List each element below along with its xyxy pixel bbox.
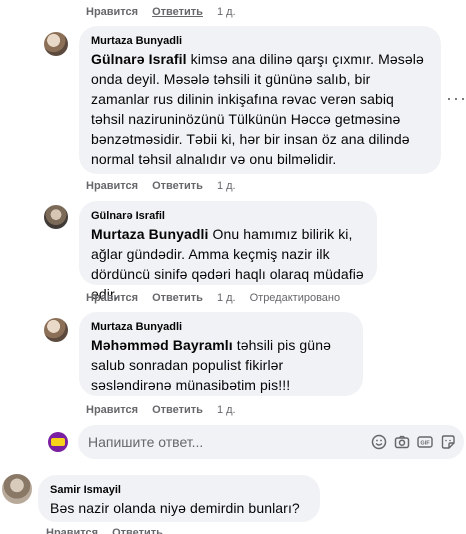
comment-time[interactable]: 1 д. xyxy=(217,404,236,416)
reply-link[interactable]: Ответить xyxy=(152,292,203,304)
top-comment-actions: Нравится Ответить 1 д. xyxy=(86,6,250,18)
comment-author[interactable]: Murtaza Bunyadli xyxy=(91,320,351,335)
like-link[interactable]: Нравится xyxy=(86,404,138,416)
comment-actions: Нравится Ответить 1 д. xyxy=(86,180,250,192)
like-link[interactable]: Нравится xyxy=(46,527,98,534)
like-link[interactable]: Нравится xyxy=(86,292,138,304)
sticker-icon[interactable] xyxy=(440,434,456,450)
avatar[interactable] xyxy=(44,205,68,229)
comment-actions: Нравится Ответить 1 д. xyxy=(86,404,250,416)
avatar[interactable] xyxy=(44,32,68,56)
comment-author[interactable]: Murtaza Bunyadli xyxy=(91,34,429,49)
avatar[interactable] xyxy=(44,318,68,342)
reply-link[interactable]: Ответить xyxy=(152,404,203,416)
reply-link[interactable]: Ответить xyxy=(152,180,203,192)
current-user-avatar xyxy=(48,432,68,452)
reply-link[interactable]: Ответить xyxy=(112,527,163,534)
comment-body: Bəs nazir olanda niyə demirdin bunları? xyxy=(50,500,300,516)
avatar[interactable] xyxy=(2,474,32,504)
comment-time[interactable]: 1 д. xyxy=(217,6,236,18)
comment-time[interactable]: 1 д. xyxy=(217,292,236,304)
emoji-icon[interactable] xyxy=(371,434,387,450)
comment-body: kimsə ana dilinə qarşı çıxmır. Məsələ on… xyxy=(91,51,424,167)
reply-icons: GIF xyxy=(371,434,456,450)
comment-time[interactable]: 1 д. xyxy=(217,180,236,192)
comment-text: Məhəmməd Bayramlı təhsili pis günə salub… xyxy=(91,335,351,395)
reply-input[interactable]: Напишите ответ... GIF xyxy=(78,425,464,459)
comment-actions: Нравится Ответить xyxy=(46,527,177,534)
comment-actions: Нравится Ответить 1 д. Отредактировано xyxy=(86,292,340,304)
mention-link[interactable]: Məhəmməd Bayramlı xyxy=(91,337,233,353)
mention-link[interactable]: Gülnarə Israfil xyxy=(91,51,187,67)
reply-placeholder[interactable]: Напишите ответ... xyxy=(88,434,371,450)
edited-label[interactable]: Отредактировано xyxy=(250,292,341,304)
comment-bubble: Gülnarə Israfil Murtaza Bunyadli Onu ham… xyxy=(79,201,377,302)
gif-icon[interactable]: GIF xyxy=(417,434,433,450)
reply-link[interactable]: Ответить xyxy=(152,6,203,18)
comment-author[interactable]: Samir Ismayil xyxy=(50,483,308,498)
comment-bubble: Samir Ismayil Bəs nazir olanda niyə demi… xyxy=(38,475,320,522)
more-options-icon[interactable]: ··· xyxy=(446,88,466,109)
comment-author[interactable]: Gülnarə Israfil xyxy=(91,209,365,224)
comment-bubble: Murtaza Bunyadli Gülnarə Israfil kimsə a… xyxy=(79,26,441,174)
like-link[interactable]: Нравится xyxy=(86,6,138,18)
comment-bubble: Murtaza Bunyadli Məhəmməd Bayramlı təhsi… xyxy=(79,312,363,396)
mention-link[interactable]: Murtaza Bunyadli xyxy=(91,226,209,242)
camera-icon[interactable] xyxy=(394,434,410,450)
svg-text:GIF: GIF xyxy=(420,440,430,446)
like-link[interactable]: Нравится xyxy=(86,180,138,192)
comment-text: Gülnarə Israfil kimsə ana dilinə qarşı ç… xyxy=(91,49,429,169)
